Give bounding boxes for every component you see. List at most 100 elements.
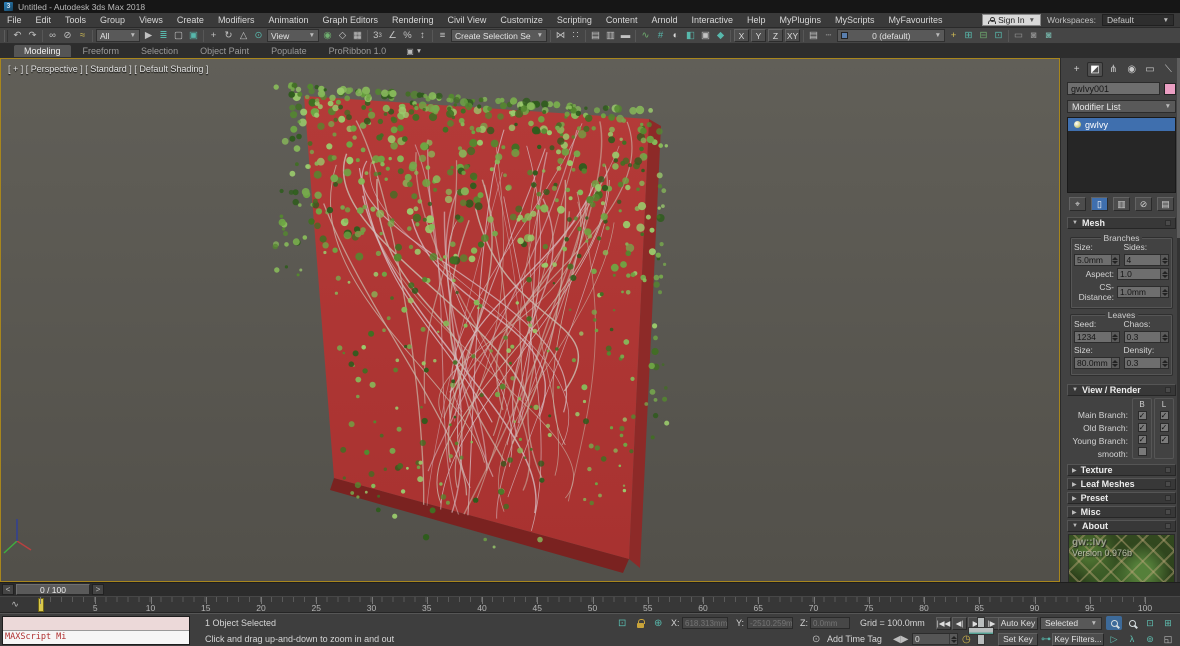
menu-group[interactable]: Group [93,13,132,27]
modifier-stack[interactable]: gwIvy [1067,117,1176,193]
unlink-selection-icon[interactable]: ⊘ [60,29,75,43]
angle-snap-icon[interactable]: ∠ [385,29,400,43]
set-keys-icon[interactable]: ⊶ [1041,631,1051,646]
spinner-up-icon[interactable] [1162,271,1168,274]
hierarchy-tab[interactable]: ⋔ [1106,62,1121,77]
remove-modifier-button[interactable]: ⊘ [1135,197,1152,211]
create-new-layer-icon[interactable]: + [946,29,961,43]
edit-named-selection-sets-icon[interactable]: ≡ [435,29,450,43]
select-by-name-icon[interactable]: ≣ [156,29,171,43]
spinner-snap-icon[interactable]: ↕ [415,29,430,43]
mini-curve-editor-button[interactable]: ∿ [4,599,26,611]
absolute-mode-icon[interactable]: ⊕ [654,615,662,631]
spinner-up-icon[interactable] [1112,334,1118,337]
ribbon-tab-populate[interactable]: Populate [261,45,317,57]
workspace-dropdown[interactable]: Default▼ [1102,14,1174,26]
menu-help[interactable]: Help [740,13,773,27]
mesh-rollout-header[interactable]: ▼ Mesh [1067,217,1176,229]
checkbox-old-branch-b[interactable]: ✓ [1138,423,1147,432]
spinner-down-icon[interactable] [1162,293,1168,296]
shield-teal-icon[interactable]: ◙ [1041,29,1056,43]
isolate-selection-icon[interactable]: ⊡ [618,615,626,631]
pin-stack-button[interactable]: ⌖ [1069,197,1086,211]
curve-editor-icon[interactable]: ∿ [638,29,653,43]
timeline-ruler[interactable]: ∿ 51015202530354045505560657075808590951… [0,596,1180,613]
key-mode-toggle[interactable]: ◀▶ [893,631,908,646]
ribbon-config-button[interactable]: ▣▼ [406,47,422,56]
checkbox-young-branch-b[interactable]: ✓ [1138,435,1147,444]
zoom-extents-all-button[interactable]: ⊞ [1160,616,1176,630]
zoom-all-button[interactable] [1124,616,1140,630]
spinner-field-aspect[interactable]: 1.0 [1117,268,1169,280]
spinner-up-icon[interactable] [1112,360,1118,363]
select-and-move-icon[interactable]: + [206,29,221,43]
menu-graph-editors[interactable]: Graph Editors [315,13,385,27]
spinner-arrows[interactable] [1160,269,1168,279]
menu-rendering[interactable]: Rendering [385,13,441,27]
spinner-field-leaves-1-1[interactable]: 0.3 [1124,331,1170,343]
zoom-extents-button[interactable]: ⊡ [1142,616,1158,630]
reference-coordinate-dropdown[interactable]: View▼ [267,29,319,42]
redo-icon[interactable]: ↷ [25,29,40,43]
menu-edit[interactable]: Edit [29,13,59,27]
spinner-up-icon[interactable] [1162,334,1168,337]
selection-set-dropdown[interactable]: Selected ▼ [1040,617,1102,630]
y-coordinate-field[interactable]: -2510.259m [747,617,793,629]
fov-zoom-region-button[interactable]: ▷ [1106,632,1122,646]
spinner-up-icon[interactable] [1162,360,1168,363]
spinner-arrows[interactable] [1160,358,1168,368]
spinner-up-icon[interactable] [1162,257,1168,260]
ribbon-tab-object-paint[interactable]: Object Paint [190,45,259,57]
leaf-meshes-rollout-header[interactable]: ▶Leaf Meshes [1067,478,1176,490]
spinner-arrows[interactable] [1111,255,1119,265]
menu-arnold[interactable]: Arnold [644,13,684,27]
scene-explorer-icon[interactable]: ▤ [588,29,603,43]
checkbox-main-branch-l[interactable]: ✓ [1160,411,1169,420]
current-frame-field[interactable]: 0 [912,633,958,645]
modifier-list-dropdown[interactable]: Modifier List ▼ [1067,100,1176,113]
checkbox-young-branch-l[interactable]: ✓ [1160,435,1169,444]
align-icon[interactable]: ∷ [568,29,583,43]
menu-myfavourites[interactable]: MyFavourites [882,13,950,27]
menu-scripting[interactable]: Scripting [550,13,599,27]
spinner-down-icon[interactable] [1162,338,1168,341]
spinner-up-icon[interactable] [1162,289,1168,292]
viewport-label[interactable]: [ + ] [ Perspective ] [ Standard ] [ Def… [8,64,208,74]
spinner-field-leaves-3-0[interactable]: 80.0mm [1074,357,1120,369]
make-unique-button[interactable]: ▥ [1113,197,1130,211]
render-setup-icon[interactable]: ◧ [683,29,698,43]
schematic-view-icon[interactable]: # [653,29,668,43]
spinner-field-cs-distance[interactable]: 1.0mm [1117,286,1169,298]
previous-frame-button[interactable]: ◀| [952,617,967,630]
select-and-scale-icon[interactable]: △ [236,29,251,43]
set-key-button[interactable]: Set Key [998,633,1038,646]
menu-content[interactable]: Content [599,13,645,27]
axis-xy-button[interactable]: XY [785,29,800,42]
orbit-button[interactable]: ⊚ [1142,632,1158,646]
menu-interactive[interactable]: Interactive [684,13,740,27]
toolbar-drag-handle[interactable] [4,30,8,42]
keyboard-override-icon[interactable]: ▦ [350,29,365,43]
frame-spinner[interactable] [949,634,957,644]
ribbon-toggle-icon[interactable]: ▬ [618,29,633,43]
create-tab[interactable]: + [1069,62,1084,77]
render-production-icon[interactable]: ◆ [713,29,728,43]
select-manipulate-icon[interactable]: ◇ [335,29,350,43]
menu-modifiers[interactable]: Modifiers [211,13,262,27]
menu-create[interactable]: Create [170,13,211,27]
spinner-field-branches-1-1[interactable]: 4 [1124,254,1170,266]
menu-customize[interactable]: Customize [493,13,550,27]
z-coordinate-field[interactable]: 0.0mm [810,617,850,629]
spinner-down-icon[interactable] [1162,261,1168,264]
layer-list-grayed-icon[interactable]: ┅ [821,29,836,43]
select-objects-in-layer-icon[interactable]: ⊟ [976,29,991,43]
modifier-stack-item-gwivy[interactable]: gwIvy [1068,118,1175,131]
texture-rollout-header[interactable]: ▶Texture [1067,464,1176,476]
spinner-down-icon[interactable] [1162,364,1168,367]
snaps-toggle-3d-icon[interactable]: 33 [370,29,385,43]
spinner-down-icon[interactable] [1112,338,1118,341]
time-tag-icon[interactable]: ⊙ [812,631,820,646]
select-and-place-icon[interactable]: ⊙ [251,29,266,43]
spinner-field-leaves-3-1[interactable]: 0.3 [1124,357,1170,369]
modifier-on-icon[interactable] [1074,121,1081,128]
